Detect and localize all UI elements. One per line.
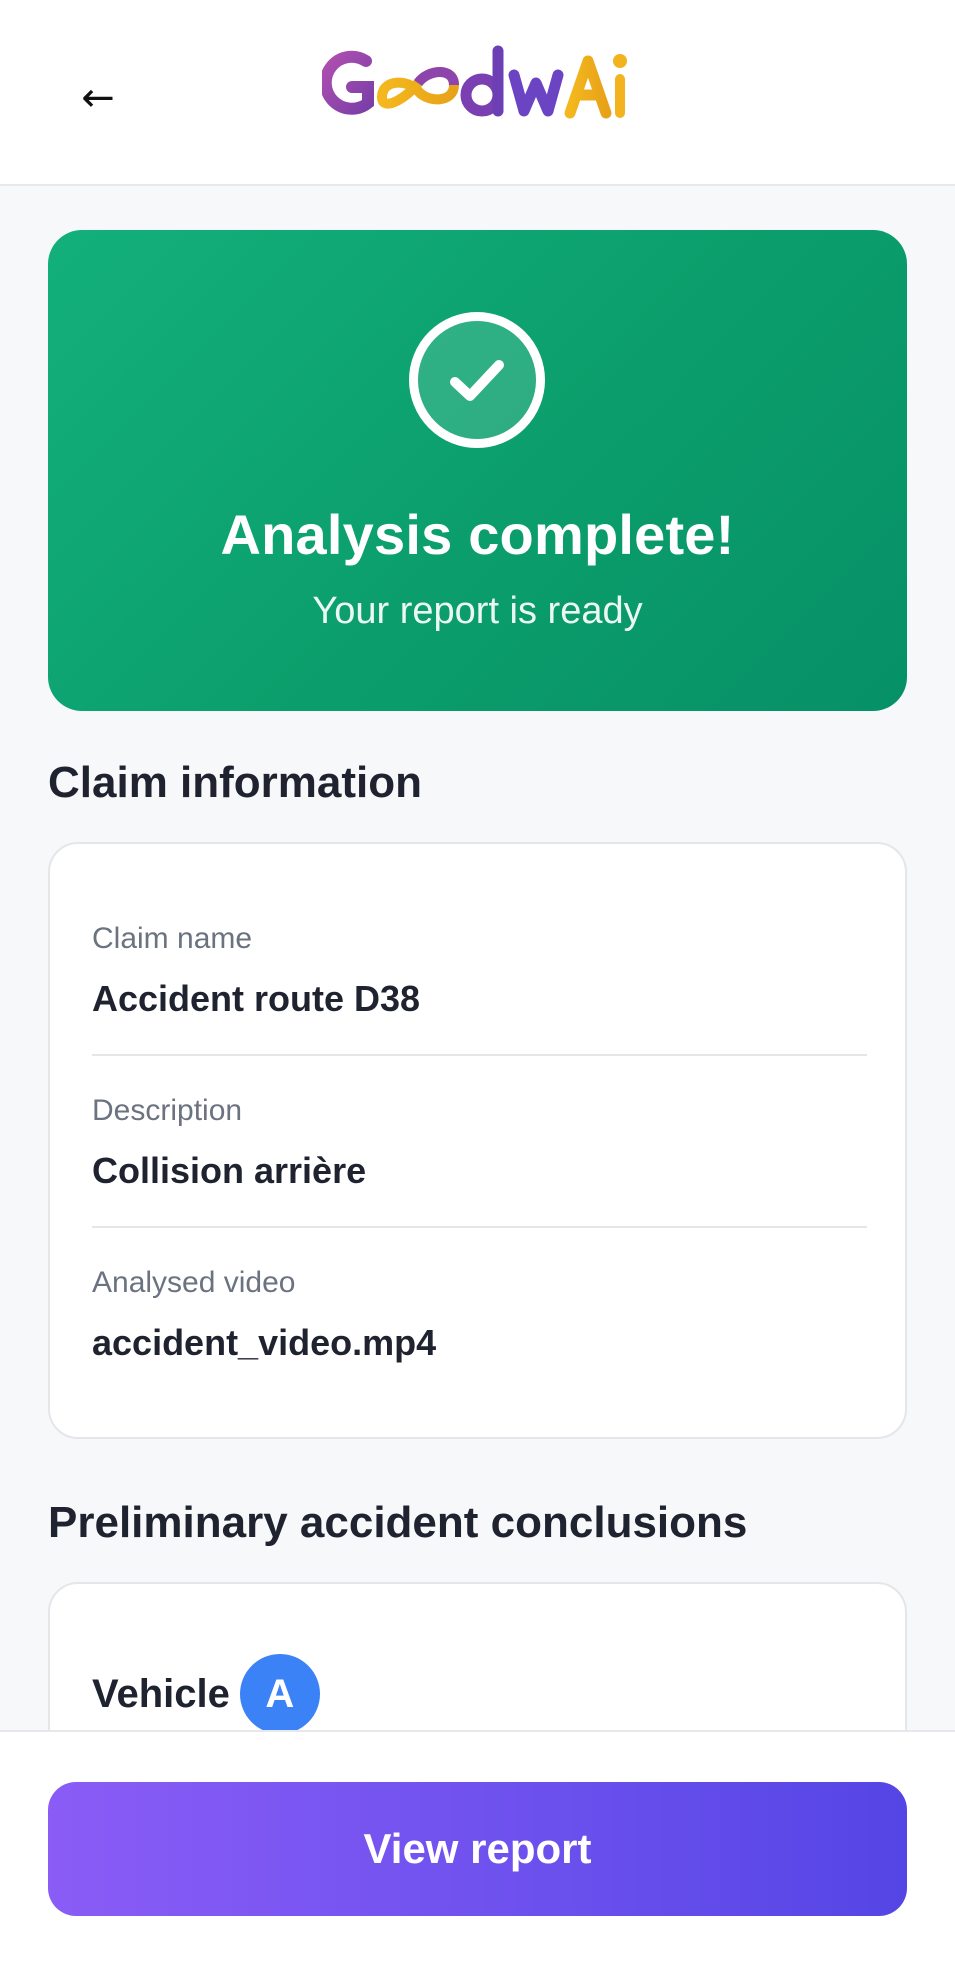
field-value: accident_video.mp4 (92, 1322, 437, 1363)
top-bar: ← (0, 0, 955, 186)
description-field: Description Collision arrière (92, 1094, 867, 1192)
field-label: Claim name (92, 922, 253, 955)
claim-section-title: Claim information (48, 758, 423, 807)
field-label: Description (92, 1094, 243, 1127)
vehicle-label: Vehicle (92, 1671, 230, 1716)
vehicle-row: Vehicle A (92, 1654, 320, 1734)
analysis-complete-banner: Analysis complete! Your report is ready (48, 230, 907, 711)
field-label: Analysed video (92, 1266, 296, 1299)
hero-subtitle: Your report is ready (312, 590, 643, 632)
analysed-video-field: Analysed video accident_video.mp4 (92, 1266, 867, 1364)
app-screen: ← Analysis complete! Your report is read… (0, 0, 955, 1962)
goodwai-logo (322, 44, 634, 124)
hero-title: Analysis complete! (220, 503, 735, 566)
back-arrow-icon[interactable]: ← (70, 70, 126, 126)
claim-name-field: Claim name Accident route D38 (92, 922, 867, 1020)
field-value: Collision arrière (92, 1150, 367, 1191)
claim-info-card: Claim name Accident route D38 Descriptio… (48, 842, 907, 1439)
view-report-button[interactable]: View report (48, 1782, 907, 1916)
vehicle-a-badge: A (239, 1654, 320, 1734)
divider (92, 1054, 867, 1056)
divider (92, 1226, 867, 1228)
field-value: Accident route D38 (92, 978, 421, 1019)
conclusions-section-title: Preliminary accident conclusions (48, 1498, 748, 1547)
bottom-action-bar: View report (0, 1730, 955, 1962)
check-circle-icon (409, 312, 545, 448)
